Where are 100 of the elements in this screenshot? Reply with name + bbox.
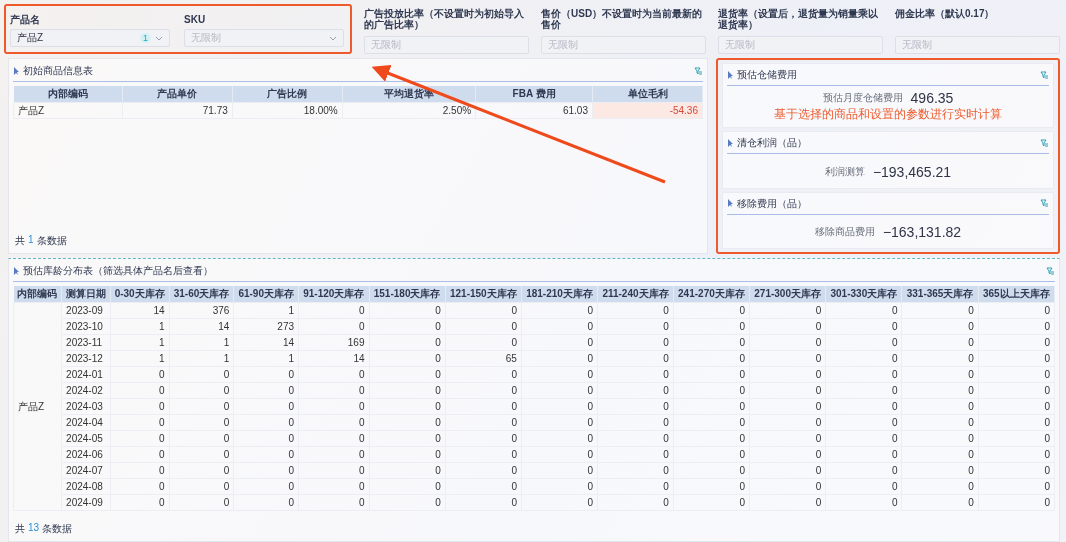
table-cell: 0 [233, 414, 299, 431]
table-cell: 0 [521, 478, 598, 495]
table-cell: 0 [110, 462, 170, 479]
table-cell: 0 [169, 430, 234, 447]
pointer-icon [727, 138, 733, 148]
column-header: 产品单价 [122, 86, 233, 103]
table-cell: 0 [825, 302, 902, 319]
table-cell: 0 [369, 478, 446, 495]
table-cell: 产品Z [13, 302, 62, 511]
table-cell: 0 [749, 430, 826, 447]
column-header: FBA 费用 [475, 86, 593, 103]
table-cell: 0 [445, 430, 522, 447]
table-cell: 0 [369, 318, 446, 335]
footer-text: 共 [15, 522, 25, 536]
table-cell: 0 [445, 462, 522, 479]
table-cell: 0 [901, 430, 979, 447]
filter-label: 佣金比率（默认0.17） [895, 8, 996, 19]
table-cell: 0 [673, 462, 750, 479]
table-cell: 0 [369, 430, 446, 447]
table-cell: 0 [597, 398, 674, 415]
table-cell: 0 [673, 398, 750, 415]
table-cell: 0 [597, 478, 674, 495]
footer-text: 条数据 [36, 234, 67, 248]
filter-label: SKU [184, 14, 207, 25]
table-cell: 0 [825, 430, 902, 447]
card-title: 预估仓储费用 [737, 68, 798, 82]
table-cell: 0 [901, 462, 979, 479]
table-cell: 0 [445, 318, 522, 335]
column-header: 301-330天库存 [825, 286, 902, 303]
column-header: 365以上天库存 [978, 286, 1055, 303]
table-cell: 0 [521, 494, 598, 511]
table-cell: 0 [978, 462, 1055, 479]
table-cell: 0 [673, 366, 750, 383]
table-cell: 0 [901, 302, 979, 319]
table-cell: 0 [901, 478, 979, 495]
metric-label: 利润测算 [824, 164, 865, 179]
filter-icon[interactable] [1046, 266, 1055, 276]
filter-icon[interactable] [694, 66, 703, 76]
table-cell: 0 [749, 478, 826, 495]
column-header: 广告比例 [232, 86, 343, 103]
table-cell: 2024-09 [61, 494, 111, 511]
card-title: 移除费用（品） [737, 196, 808, 211]
table-cell: 1 [233, 302, 299, 319]
table-cell: 0 [978, 366, 1055, 383]
table-cell: 1 [233, 350, 299, 367]
table-cell: 0 [901, 366, 979, 383]
column-header: 61-90天库存 [233, 286, 299, 303]
table-cell: 0 [369, 494, 446, 511]
table-cell: 0 [597, 382, 674, 399]
column-header: 单位毛利 [592, 86, 703, 103]
caret-icon [329, 35, 337, 41]
table-cell: 0 [369, 350, 446, 367]
pointer-icon [727, 70, 733, 80]
table-cell: 0 [110, 382, 170, 399]
table-cell: 0 [369, 382, 446, 399]
table-cell: 0 [521, 334, 598, 351]
table-cell: 0 [597, 302, 674, 319]
table-cell: 0 [445, 478, 522, 495]
table-cell: 2024-01 [61, 366, 111, 383]
table-cell: 0 [169, 366, 234, 383]
filter-icon[interactable] [1040, 70, 1049, 80]
table-cell: 0 [369, 334, 446, 351]
column-header: 181-210天库存 [521, 286, 598, 303]
table-cell: 14 [298, 350, 369, 367]
table-cell: 0 [298, 462, 369, 479]
table-cell: 0 [749, 382, 826, 399]
table-cell: 0 [298, 318, 369, 335]
table-cell: 0 [233, 462, 299, 479]
footer-text: 条数据 [42, 522, 73, 536]
table-cell: 0 [445, 446, 522, 463]
column-header: 测算日期 [61, 286, 111, 303]
column-header: 0-30天库存 [110, 286, 170, 303]
select-field[interactable]: 产品Z 1 [10, 29, 170, 47]
table-cell: 0 [978, 398, 1055, 415]
column-header: 91-120天库存 [298, 286, 369, 303]
table-cell: 0 [901, 318, 979, 335]
table-cell: 0 [901, 334, 979, 351]
table-cell: 0 [673, 414, 750, 431]
table-cell: 0 [298, 446, 369, 463]
table-cell: 0 [597, 366, 674, 383]
table-cell: 169 [298, 334, 369, 351]
table-cell: 0 [673, 334, 750, 351]
column-header: 31-60天库存 [169, 286, 234, 303]
table-cell: 0 [110, 430, 170, 447]
table-cell: 0 [110, 494, 170, 511]
filter-icon[interactable] [1040, 199, 1049, 208]
table-cell: 0 [445, 414, 522, 431]
column-header: 271-300天库存 [749, 286, 826, 303]
table-cell: 0 [369, 366, 446, 383]
table-cell: 0 [597, 334, 674, 351]
table-cell: 0 [901, 398, 979, 415]
table-cell: 0 [749, 318, 826, 335]
table-cell: 0 [369, 446, 446, 463]
table-cell: 0 [901, 494, 979, 511]
table-cell: 0 [233, 430, 299, 447]
table-cell: 0 [825, 414, 902, 431]
table-cell: 0 [749, 302, 826, 319]
filter-icon[interactable] [1040, 138, 1049, 148]
table-cell: 0 [901, 446, 979, 463]
pointer-icon [13, 266, 19, 276]
